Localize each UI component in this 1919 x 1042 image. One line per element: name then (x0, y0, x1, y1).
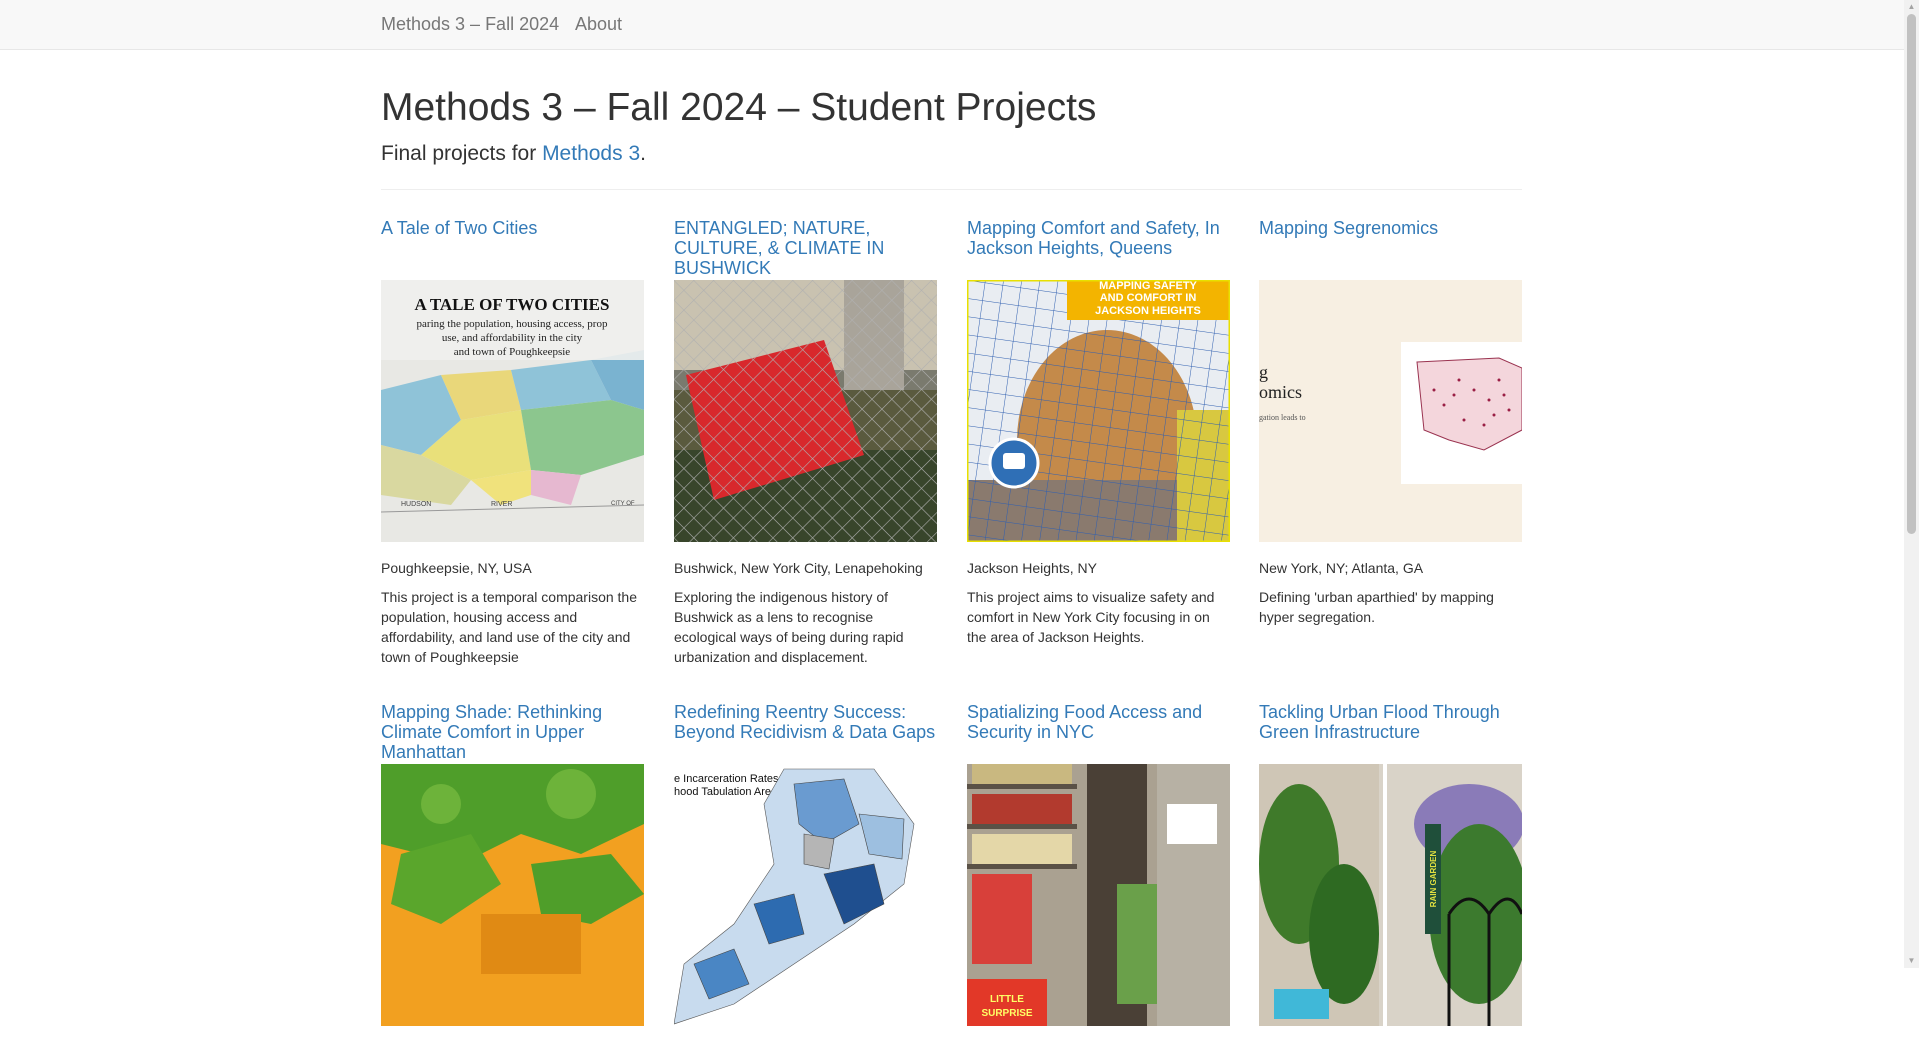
tale-map-label3: CITY OF (611, 501, 635, 507)
project-title-link[interactable]: ENTANGLED; NATURE, CULTURE, & CLIMATE IN… (674, 218, 884, 278)
project-card-reentry-success: Redefining Reentry Success: Beyond Recid… (674, 702, 937, 1042)
page-scrollbar[interactable]: ▲ ▼ (1904, 0, 1919, 968)
scrollbar-thumb[interactable] (1907, 14, 1916, 534)
lead-suffix: . (640, 142, 646, 165)
tale-image-sub2: use, and affordability in the city (442, 332, 583, 344)
tale-image-heading: A TALE OF TWO CITIES (415, 295, 610, 314)
project-title-link[interactable]: Mapping Shade: Rethinking Climate Comfor… (381, 702, 602, 762)
nav-brand-link[interactable]: Methods 3 – Fall 2024 (381, 14, 559, 35)
header-divider (381, 189, 1522, 190)
project-card-mapping-shade: Mapping Shade: Rethinking Climate Comfor… (381, 702, 644, 1042)
project-location: Bushwick, New York City, Lenapehoking (674, 560, 923, 576)
project-title-link[interactable]: Spatializing Food Access and Security in… (967, 702, 1202, 742)
page-lead: Final projects for Methods 3. (381, 142, 646, 166)
project-location: New York, NY; Atlanta, GA (1259, 560, 1424, 576)
project-card-urban-flood: Tackling Urban Flood Through Green Infra… (1259, 702, 1522, 1042)
project-card-comfort-safety: Mapping Comfort and Safety, In Jackson H… (967, 218, 1230, 647)
project-title-link[interactable]: A Tale of Two Cities (381, 218, 537, 238)
food-image-sign2: SURPRISE (981, 1008, 1032, 1019)
project-title-link[interactable]: Redefining Reentry Success: Beyond Recid… (674, 702, 935, 742)
top-navbar: Methods 3 – Fall 2024 About (0, 0, 1904, 50)
project-thumbnail[interactable]: MAPPING SAFETY AND COMFORT IN JACKSON HE… (967, 280, 1230, 542)
comfort-banner-line2: AND COMFORT IN (1100, 292, 1197, 304)
project-title-link[interactable]: Mapping Comfort and Safety, In Jackson H… (967, 218, 1220, 258)
reentry-image-text2: hood Tabulation Areas (674, 786, 783, 798)
project-card-food-access: Spatializing Food Access and Security in… (967, 702, 1230, 1042)
project-thumbnail[interactable] (381, 764, 644, 1026)
project-thumbnail[interactable]: LITTLE SURPRISE (967, 764, 1230, 1026)
project-card-entangled: ENTANGLED; NATURE, CULTURE, & CLIMATE IN… (674, 218, 937, 667)
segrenomics-image-text1: g (1259, 362, 1268, 382)
segrenomics-image-text3: gation leads to (1259, 413, 1306, 422)
tale-map-label2: RIVER (491, 501, 512, 508)
tale-image-sub1: paring the population, housing access, p… (417, 318, 608, 330)
project-location: Poughkeepsie, NY, USA (381, 560, 532, 576)
project-card-segrenomics: Mapping Segrenomics g omics gation leads… (1259, 218, 1522, 627)
project-thumbnail[interactable] (674, 280, 937, 542)
nav-about-link[interactable]: About (575, 14, 622, 35)
project-thumbnail[interactable]: RAIN GARDEN (1259, 764, 1522, 1026)
project-thumbnail[interactable]: A TALE OF TWO CITIES paring the populati… (381, 280, 644, 542)
project-description: This project aims to visualize safety an… (967, 589, 1215, 645)
project-thumbnail[interactable]: g omics gation leads to (1259, 280, 1522, 542)
segrenomics-image-text2: omics (1259, 382, 1302, 402)
project-card-tale-of-two-cities: A Tale of Two Cities A TALE OF TWO CITIE… (381, 218, 644, 667)
project-title-link[interactable]: Tackling Urban Flood Through Green Infra… (1259, 702, 1500, 742)
project-location: Jackson Heights, NY (967, 560, 1097, 576)
project-description: Defining 'urban aparthied' by mapping hy… (1259, 589, 1494, 625)
project-title-link[interactable]: Mapping Segrenomics (1259, 218, 1438, 238)
project-description: Exploring the indigenous history of Bush… (674, 589, 904, 665)
comfort-banner-line3: JACKSON HEIGHTS (1095, 305, 1201, 317)
tale-image-sub3: and town of Poughkeepsie (454, 346, 571, 358)
methods-3-link[interactable]: Methods 3 (542, 142, 640, 165)
flood-image-sign: RAIN GARDEN (1429, 851, 1438, 908)
tale-map-label1: HUDSON (401, 501, 431, 508)
lead-prefix: Final projects for (381, 142, 543, 165)
food-image-sign1: LITTLE (990, 994, 1024, 1005)
comfort-banner-line1: MAPPING SAFETY (1099, 280, 1197, 292)
project-description: This project is a temporal comparison th… (381, 589, 637, 665)
project-thumbnail[interactable]: e Incarceration Rates by hood Tabulation… (674, 764, 937, 1026)
scroll-up-arrow-icon[interactable]: ▲ (1907, 2, 1916, 12)
scroll-down-arrow-icon[interactable]: ▼ (1907, 956, 1916, 966)
page-title: Methods 3 – Fall 2024 – Student Projects (381, 86, 1097, 129)
